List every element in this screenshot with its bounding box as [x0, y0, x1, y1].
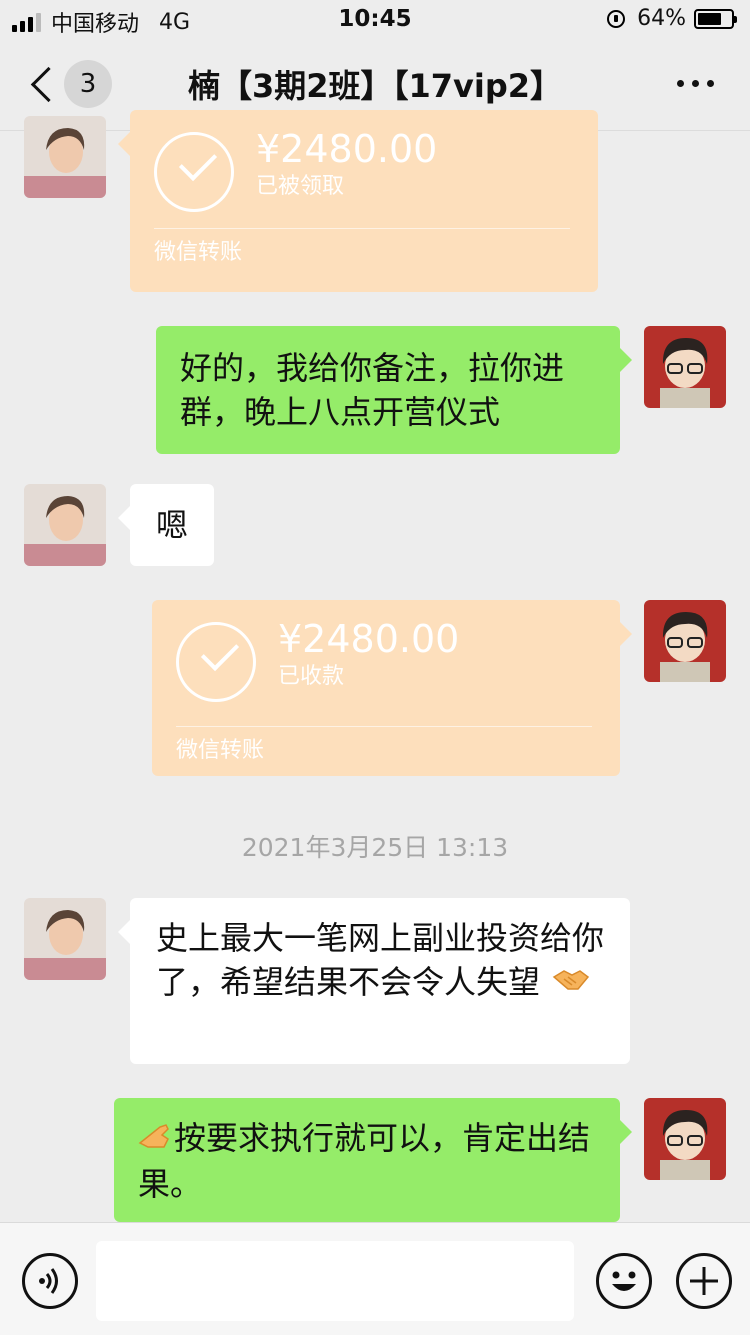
- transfer-amount: ¥2480.00: [278, 617, 460, 661]
- more-functions-button[interactable]: [676, 1253, 732, 1309]
- transfer-footer: 微信转账: [154, 240, 243, 265]
- message-bubble-me[interactable]: 按要求执行就可以，肯定出结果。: [114, 1098, 632, 1222]
- my-avatar[interactable]: [644, 1098, 726, 1180]
- status-right: 64%: [607, 6, 737, 31]
- chat-title: 楠【3期2班】【17vip2】: [187, 67, 563, 105]
- handshake-emoji-icon: [552, 962, 590, 1006]
- input-bar: [0, 1222, 750, 1335]
- transfer-card[interactable]: ¥2480.00 已被领取 微信转账: [118, 110, 598, 292]
- transfer-footer: 微信转账: [176, 738, 265, 763]
- message-text: 好的，我给你备注，拉你进群，晚上八点开营仪式: [180, 349, 565, 431]
- message-input[interactable]: [96, 1241, 574, 1321]
- smiley-icon: [612, 1271, 636, 1291]
- contact-avatar[interactable]: [24, 484, 106, 566]
- check-circle-icon: [154, 132, 234, 212]
- my-avatar[interactable]: [644, 600, 726, 682]
- more-options-button[interactable]: [677, 80, 714, 87]
- transfer-card[interactable]: ¥2480.00 已收款 微信转账: [152, 600, 632, 776]
- transfer-amount: ¥2480.00: [256, 127, 438, 171]
- battery-icon: [694, 8, 737, 29]
- pointing-hand-emoji-icon: [138, 1118, 172, 1162]
- battery-percent: 64%: [637, 6, 686, 31]
- status-bar: 中国移动 4G 10:45 64%: [0, 0, 750, 42]
- contact-avatar[interactable]: [24, 898, 106, 980]
- check-circle-icon: [176, 622, 256, 702]
- rotation-lock-icon: [607, 9, 626, 28]
- message-bubble-me[interactable]: 好的，我给你备注，拉你进群，晚上八点开营仪式: [156, 326, 632, 454]
- message-bubble-contact[interactable]: 嗯: [118, 484, 215, 566]
- voice-button[interactable]: [22, 1253, 78, 1309]
- contact-avatar[interactable]: [24, 116, 106, 198]
- plus-icon: [690, 1267, 718, 1295]
- transfer-status: 已被领取: [256, 174, 345, 199]
- my-avatar[interactable]: [644, 326, 726, 408]
- emoji-button[interactable]: [596, 1253, 652, 1309]
- chat-timestamp: 2021年3月25日 13:13: [241, 833, 509, 862]
- transfer-status: 已收款: [278, 664, 345, 689]
- message-text: 史上最大一笔网上副业投资给你了，希望结果不会令人失望: [156, 919, 605, 1001]
- voice-icon: [39, 1268, 58, 1294]
- message-text: 按要求执行就可以，肯定出结果。: [138, 1119, 591, 1203]
- message-text: 嗯: [156, 506, 189, 544]
- message-bubble-contact[interactable]: 史上最大一笔网上副业投资给你了，希望结果不会令人失望: [118, 898, 630, 1064]
